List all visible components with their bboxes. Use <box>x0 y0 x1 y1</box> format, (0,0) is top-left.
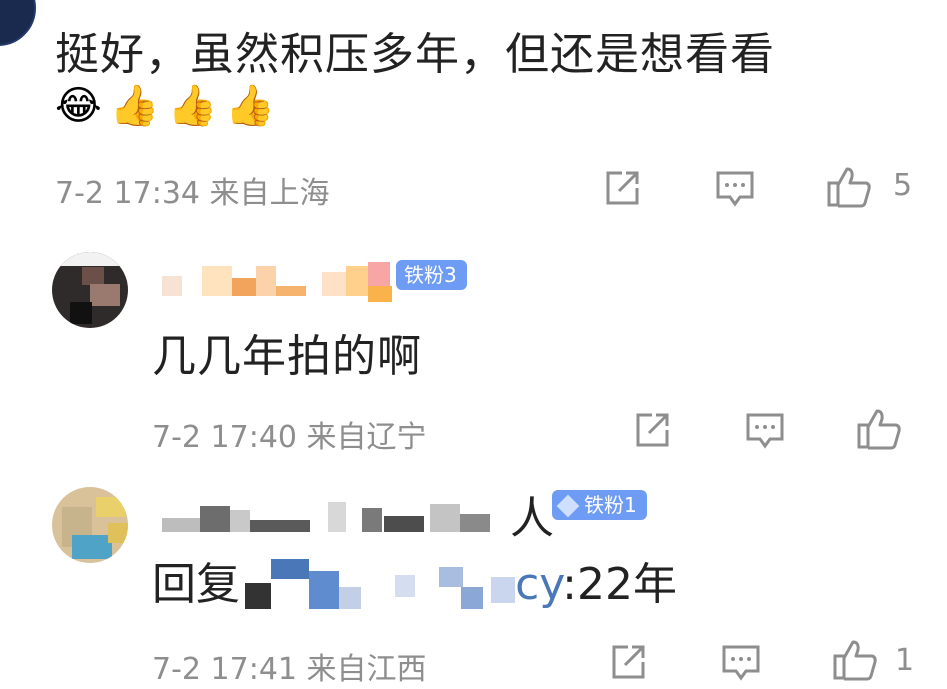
comment-text: 几几年拍的啊 <box>152 331 422 382</box>
like-icon[interactable] <box>826 165 872 209</box>
comment-emojis: 😂👍👍👍 <box>55 83 284 129</box>
fan-badge: 铁粉1 <box>552 490 647 520</box>
reply-mention-tail[interactable]: cy <box>515 559 562 610</box>
comment-meta: 7-2 17:41 来自江西 <box>152 652 427 687</box>
like-count: 5 <box>893 168 913 203</box>
share-icon[interactable] <box>602 168 642 208</box>
reply-mention-masked[interactable] <box>245 557 516 609</box>
like-icon[interactable] <box>856 407 902 451</box>
username-masked[interactable] <box>162 258 402 304</box>
comment-icon[interactable] <box>714 169 756 209</box>
like-count: 1 <box>895 643 915 678</box>
reply-text: :22年 <box>562 559 677 610</box>
like-icon[interactable] <box>832 638 878 682</box>
avatar[interactable] <box>52 487 128 563</box>
fan-gem-icon <box>556 494 580 518</box>
share-icon[interactable] <box>608 642 648 682</box>
fan-badge-label: 铁粉1 <box>584 493 637 517</box>
avatar[interactable] <box>0 0 36 46</box>
avatar[interactable] <box>52 252 128 328</box>
reply-line: 回复 cy:22年 <box>152 548 677 610</box>
share-icon[interactable] <box>632 410 672 450</box>
comment-icon[interactable] <box>744 411 786 451</box>
username-suffix[interactable]: 人 <box>510 482 555 546</box>
comment-text: 挺好，虽然积压多年，但还是想看看 <box>55 29 775 80</box>
fan-badge: 铁粉3 <box>396 260 467 290</box>
username-masked[interactable] <box>162 494 512 534</box>
comment-icon[interactable] <box>720 643 762 683</box>
comment-meta: 7-2 17:40 来自辽宁 <box>152 420 427 455</box>
comment-meta: 7-2 17:34 来自上海 <box>55 176 330 211</box>
reply-prefix: 回复 <box>152 559 240 610</box>
